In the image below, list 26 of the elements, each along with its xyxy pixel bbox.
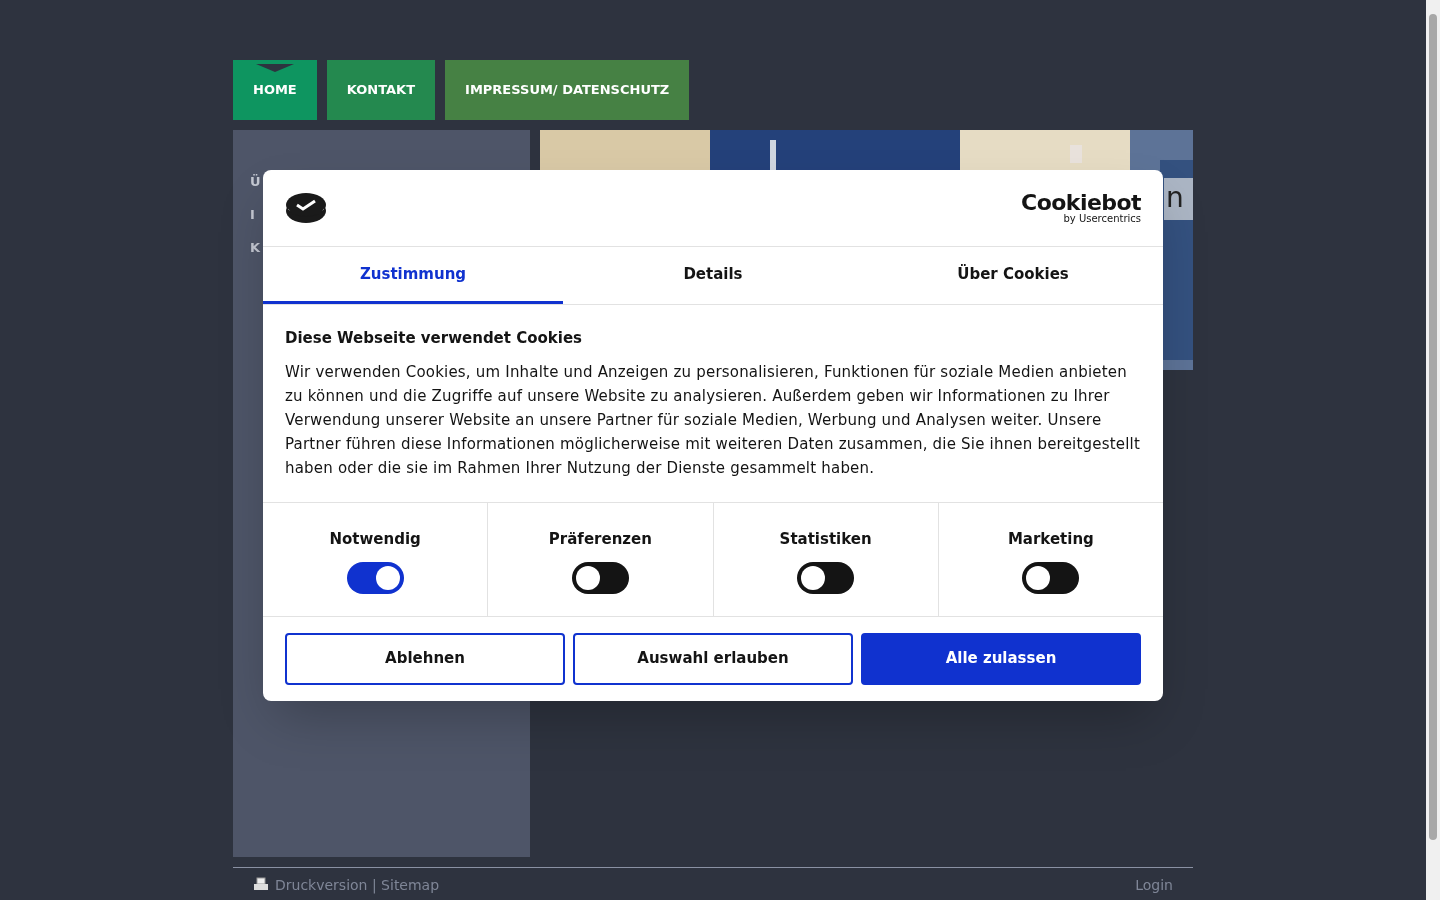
footer-links[interactable]: Druckversion | Sitemap	[275, 876, 440, 894]
toggle-switch[interactable]	[571, 562, 629, 594]
consent-button[interactable]: Alle zulassen	[861, 632, 1141, 685]
consent-button[interactable]: Auswahl erlauben	[573, 632, 853, 685]
dialog-tab[interactable]: Details	[563, 247, 863, 304]
printer-icon	[253, 877, 269, 893]
cookie-check-icon	[285, 192, 327, 224]
toggle-switch[interactable]	[346, 562, 404, 594]
category-label: Notwendig	[329, 528, 421, 550]
login-link[interactable]: Login	[1135, 876, 1173, 894]
dialog-body: Wir verwenden Cookies, um Inhalte und Anzeigen zu personalisieren, Funktionen für soziale Medien anbieten zu können und die Zugriffe auf unsere Website zu analysieren. Außerdem geben wir Informationen zu Ihrer Verwendung unserer Website an unsere Partner für soziale Medien, Werbung und Analysen weiter. Unsere Partner führen diese Informationen möglicherweise mit weiteren Daten zusammen, die Sie ihnen bereitgestellt haben oder die sie im Rahmen Ihrer Nutzung der Dienste gesammelt haben.	[285, 361, 1141, 479]
dialog-tab[interactable]: Über Cookies	[863, 247, 1163, 304]
category-label: Marketing	[1007, 528, 1094, 550]
scrollbar[interactable]	[1426, 0, 1440, 900]
consent-button[interactable]: Ablehnen	[285, 632, 565, 685]
banner-caption: n	[1164, 178, 1193, 220]
toggle-switch[interactable]	[797, 562, 855, 594]
toggle-switch[interactable]	[1022, 562, 1080, 594]
cookiebot-logo: Cookiebot by Usercentrics	[1021, 192, 1141, 224]
nav-tab[interactable]: KONTAKT	[326, 60, 436, 120]
nav-tab[interactable]: HOME	[233, 60, 317, 120]
category-label: Präferenzen	[548, 528, 652, 550]
dialog-title: Diese Webseite verwendet Cookies	[285, 328, 584, 349]
category-label: Statistiken	[779, 528, 872, 550]
nav-tab[interactable]: IMPRESSUM/ DATENSCHUTZ	[445, 60, 690, 120]
dialog-tab[interactable]: Zustimmung	[263, 247, 563, 304]
